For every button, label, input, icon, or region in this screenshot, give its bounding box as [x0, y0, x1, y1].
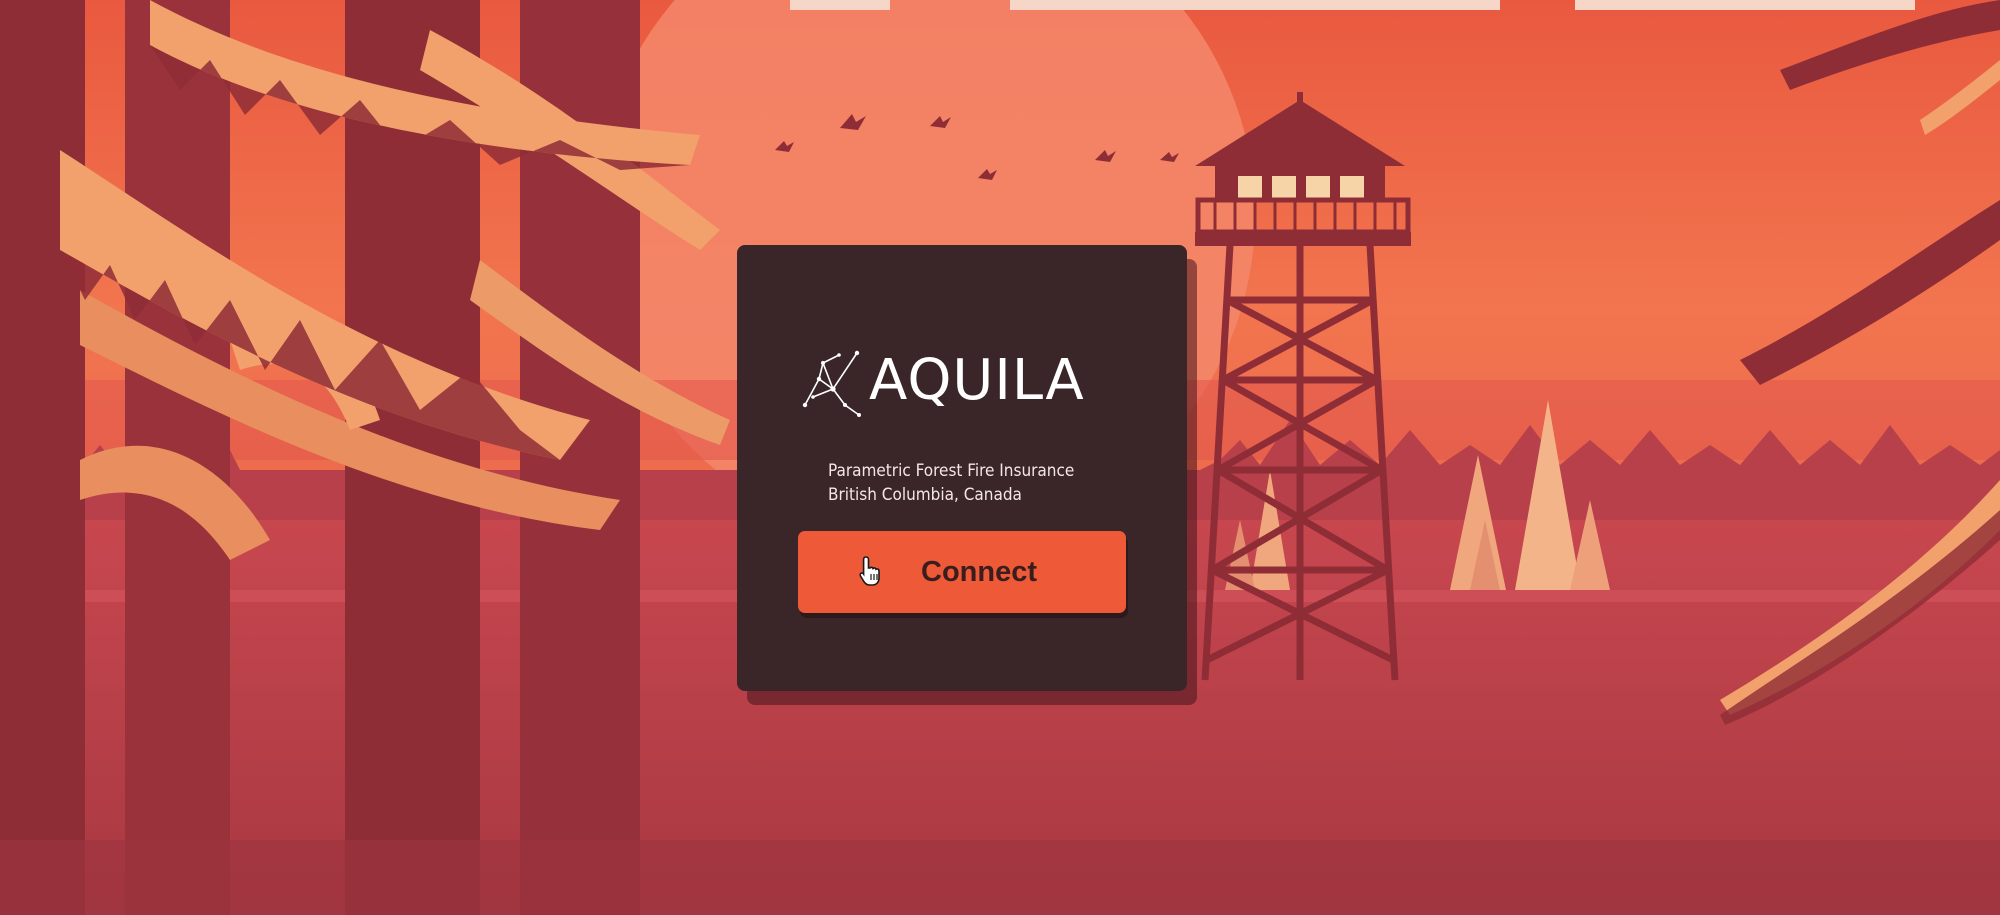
tagline-line-1: Parametric Forest Fire Insurance	[828, 461, 1075, 481]
tagline: Parametric Forest Fire Insurance British…	[828, 459, 1074, 507]
constellation-eagle-icon	[802, 350, 861, 417]
connect-card: AQUILA Parametric Forest Fire Insurance …	[737, 245, 1187, 691]
tagline-line-2: British Columbia, Canada	[828, 485, 1022, 505]
brand-name: AQUILA	[869, 348, 1085, 413]
hand-pointer-icon	[859, 556, 880, 586]
connect-button[interactable]: Connect	[798, 531, 1126, 613]
aquila-logo: AQUILA	[799, 345, 1129, 417]
connect-button-label: Connect	[921, 555, 1037, 588]
